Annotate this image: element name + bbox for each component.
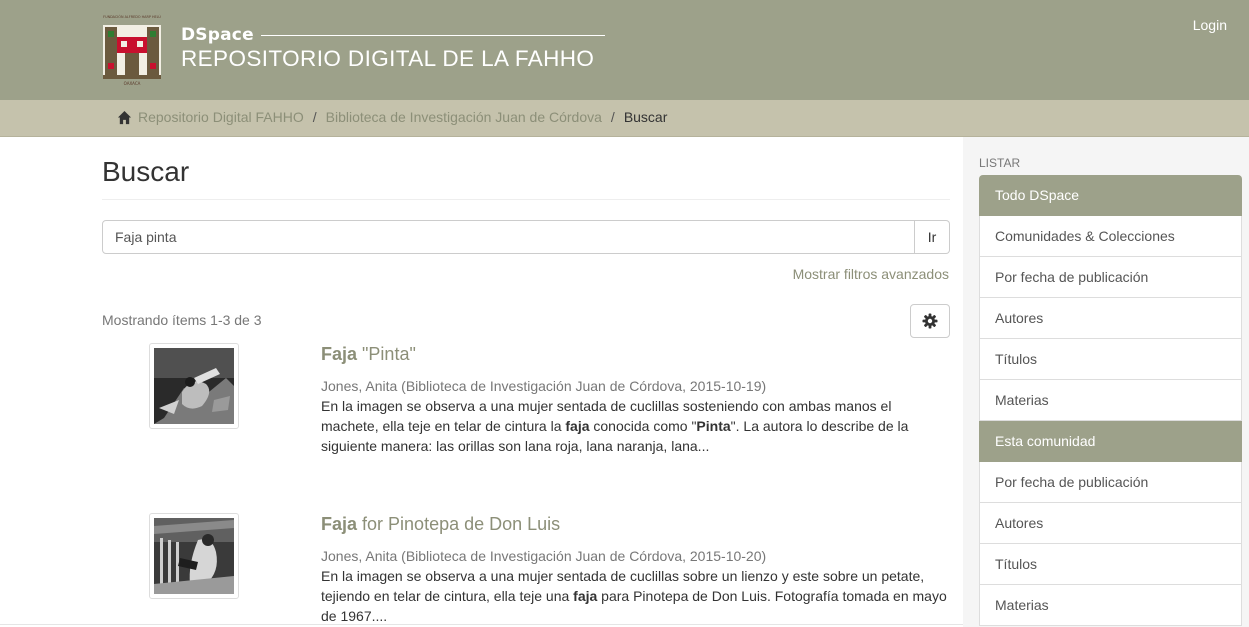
abstract-highlight: Pinta (696, 418, 731, 434)
sidebar-item-fecha[interactable]: Por fecha de publicación (979, 257, 1242, 298)
search-input[interactable] (102, 220, 915, 254)
brand-divider (260, 34, 605, 36)
result-photo (154, 518, 234, 594)
fahho-logo[interactable]: FUNDACIÓN ALFREDO HARP HELÚ OAXACA (101, 13, 163, 87)
sidebar-item-community-titulos[interactable]: Títulos (979, 544, 1242, 585)
logo-text-bottom: OAXACA (124, 81, 141, 86)
search-form: Ir (102, 220, 950, 254)
abstract-highlight: faja (565, 418, 590, 434)
abstract-highlight: faja (573, 588, 598, 604)
result-photo (154, 348, 234, 424)
sidebar-section-todo-dspace: Todo DSpace (979, 175, 1242, 216)
page-title: Buscar (102, 156, 190, 187)
sidebar-item-community-fecha[interactable]: Por fecha de publicación (979, 462, 1242, 503)
sidebar-item-titulos[interactable]: Títulos (979, 339, 1242, 380)
sidebar-section-esta-comunidad: Esta comunidad (979, 421, 1242, 462)
result-thumbnail[interactable] (149, 343, 239, 429)
sidebar-item-comunidades[interactable]: Comunidades & Colecciones (979, 216, 1242, 257)
breadcrumb-separator: / (610, 109, 615, 125)
result-title-text: "Pinta" (357, 344, 416, 364)
sidebar-item-materias[interactable]: Materias (979, 380, 1242, 421)
brand[interactable]: DSpace REPOSITORIO DIGITAL DE LA FAHHO (181, 24, 605, 72)
sidebar-item-community-autores[interactable]: Autores (979, 503, 1242, 544)
logo-text-top: FUNDACIÓN ALFREDO HARP HELÚ (103, 14, 161, 19)
sidebar-heading: LISTAR (979, 156, 1021, 170)
results-count: Mostrando ítems 1-3 de 3 (102, 312, 262, 328)
result-meta: Jones, Anita (Biblioteca de Investigació… (321, 548, 767, 564)
advanced-filters-link[interactable]: Mostrar filtros avanzados (793, 266, 949, 282)
result-title-text: for Pinotepa de Don Luis (357, 514, 561, 534)
browse-list: Todo DSpace Comunidades & Colecciones Po… (979, 175, 1242, 626)
home-icon[interactable] (117, 110, 132, 125)
result-title-link[interactable]: Faja for Pinotepa de Don Luis (321, 513, 950, 535)
breadcrumb-repository[interactable]: Repositorio Digital FAHHO (138, 109, 304, 125)
fahho-logo-image: FUNDACIÓN ALFREDO HARP HELÚ OAXACA (101, 13, 163, 87)
brand-dspace: DSpace (181, 25, 254, 45)
breadcrumb-biblioteca[interactable]: Biblioteca de Investigación Juan de Córd… (326, 109, 602, 125)
gear-icon (922, 313, 938, 329)
result-meta: Jones, Anita (Biblioteca de Investigació… (321, 378, 767, 394)
sort-options-button[interactable] (910, 304, 950, 338)
result-abstract: En la imagen se observa a una mujer sent… (321, 396, 950, 456)
sidebar-item-autores[interactable]: Autores (979, 298, 1242, 339)
brand-title: REPOSITORIO DIGITAL DE LA FAHHO (181, 46, 595, 71)
result-abstract: En la imagen se observa a una mujer sent… (321, 566, 950, 626)
result-thumbnail[interactable] (149, 513, 239, 599)
abstract-text: conocida como " (589, 418, 697, 434)
bottom-divider (0, 624, 963, 625)
sidebar-item-community-materias[interactable]: Materias (979, 585, 1242, 626)
result-title-link[interactable]: Faja "Pinta" (321, 343, 950, 365)
breadcrumb: Repositorio Digital FAHHO / Biblioteca d… (117, 109, 667, 125)
result-title-highlight: Faja (321, 514, 358, 534)
result-title-highlight: Faja (321, 344, 358, 364)
breadcrumb-separator: / (312, 109, 317, 125)
site-header: FUNDACIÓN ALFREDO HARP HELÚ OAXACA DSpac… (0, 0, 1249, 100)
login-link[interactable]: Login (1193, 17, 1227, 33)
breadcrumb-current: Buscar (623, 109, 668, 125)
breadcrumb-bar: Repositorio Digital FAHHO / Biblioteca d… (0, 100, 1249, 137)
title-divider (102, 199, 950, 200)
search-submit-button[interactable]: Ir (915, 220, 950, 254)
